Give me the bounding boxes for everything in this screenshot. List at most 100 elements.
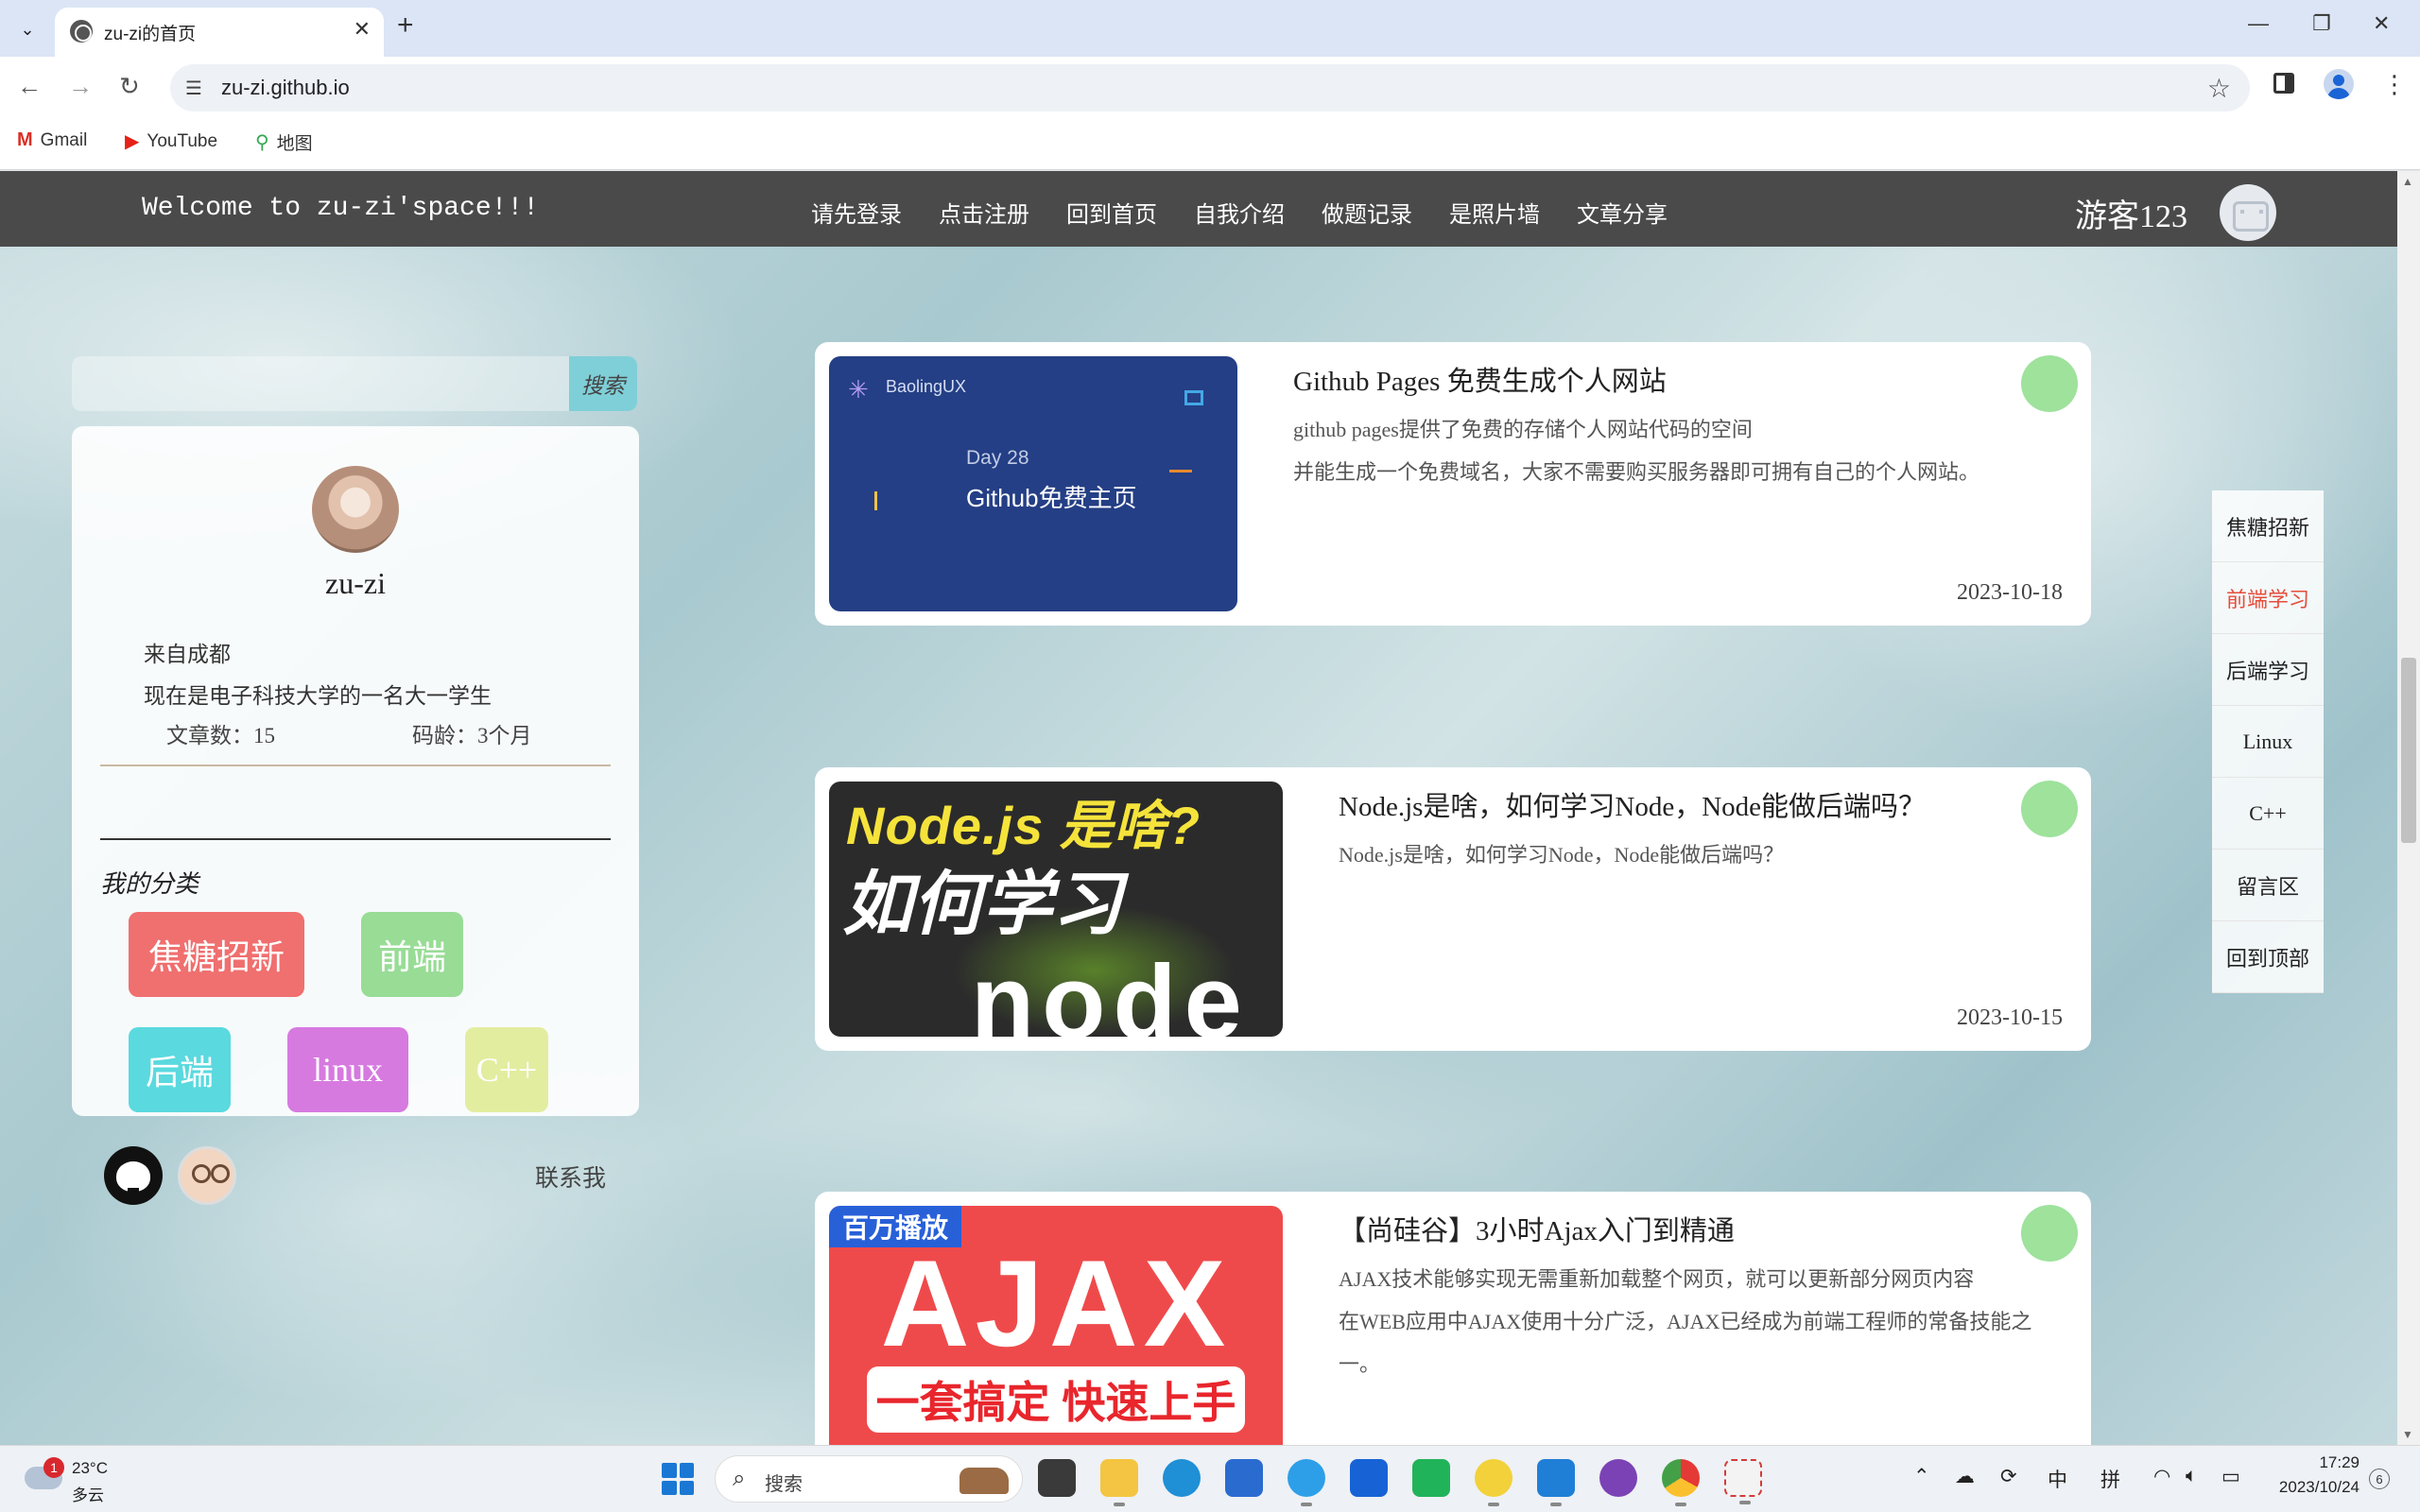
minimize-icon[interactable]: — bbox=[2248, 11, 2269, 36]
nav-home[interactable]: 回到首页 bbox=[1066, 196, 1157, 229]
thumb-big: AJAX bbox=[880, 1234, 1232, 1372]
task-view-icon[interactable] bbox=[1038, 1459, 1076, 1497]
article-card[interactable]: ✳ BaolingUX Day 28 Github免费主页 Github Pag… bbox=[815, 342, 2091, 626]
category-chip-linux[interactable]: linux bbox=[287, 1027, 408, 1112]
category-chip-jiaotang[interactable]: 焦糖招新 bbox=[129, 912, 304, 997]
forward-icon[interactable]: → bbox=[68, 72, 93, 101]
file-explorer-icon[interactable] bbox=[1100, 1459, 1138, 1506]
bookmark-star-icon[interactable]: ☆ bbox=[2207, 73, 2231, 104]
github-desktop-icon[interactable] bbox=[1599, 1459, 1637, 1497]
nav-problems[interactable]: 做题记录 bbox=[1322, 196, 1412, 229]
ime-mode[interactable]: 中 bbox=[2048, 1465, 2067, 1493]
browser-tab[interactable]: zu-zi的首页 ✕ bbox=[55, 8, 384, 57]
store-icon[interactable] bbox=[1225, 1459, 1263, 1497]
page-viewport: Welcome to zu-zi'space!!! 请先登录 点击注册 回到首页… bbox=[0, 171, 2397, 1445]
back-icon[interactable]: ← bbox=[17, 72, 42, 101]
coding-age: 码龄：3个月 bbox=[412, 724, 532, 747]
search-button[interactable]: 搜索 bbox=[569, 356, 637, 411]
contact-link[interactable]: 联系我 bbox=[535, 1160, 606, 1194]
github-icon[interactable] bbox=[104, 1146, 163, 1205]
float-menu-cpp[interactable]: C++ bbox=[2212, 778, 2324, 850]
category-chip-cpp[interactable]: C++ bbox=[465, 1027, 548, 1112]
monkey-avatar-icon[interactable] bbox=[178, 1146, 236, 1205]
tab-search-button[interactable]: ⌄ bbox=[11, 13, 43, 45]
lenovo-icon[interactable] bbox=[1350, 1459, 1388, 1497]
nav-articles[interactable]: 文章分享 bbox=[1577, 196, 1668, 229]
taskbar: 1 23°C 多云 ⌕ 搜索 ⌃ ☁ ⟳ 中 拼 ◠ 🔈︎ ▭ 17:29 20… bbox=[0, 1445, 2420, 1512]
window-close-icon[interactable]: ✕ bbox=[2373, 11, 2390, 36]
float-menu-backend[interactable]: 后端学习 bbox=[2212, 634, 2324, 706]
article-title[interactable]: 【尚硅谷】3小时Ajax入门到精通 bbox=[1339, 1209, 1735, 1248]
avatar bbox=[312, 466, 399, 553]
wechat-icon[interactable] bbox=[1412, 1459, 1450, 1497]
address-bar[interactable]: ☰ zu-zi.github.io ☆ bbox=[170, 64, 2250, 112]
tray-overflow-icon[interactable]: ⌃ bbox=[1913, 1465, 1930, 1488]
more-menu-icon[interactable]: ⋮ bbox=[2382, 70, 2407, 99]
battery-icon[interactable]: ▭ bbox=[2221, 1465, 2240, 1488]
clock-date: 2023/10/24 bbox=[2278, 1478, 2360, 1496]
search-icon: ⌕ bbox=[733, 1466, 746, 1491]
page-scrollbar[interactable]: ▲ ▼ bbox=[2397, 171, 2420, 1445]
scroll-down-icon[interactable]: ▼ bbox=[2402, 1428, 2413, 1441]
bookmark-youtube[interactable]: ▶ YouTube bbox=[125, 129, 217, 153]
notification-badge[interactable]: 6 bbox=[2369, 1469, 2390, 1489]
close-tab-icon[interactable]: ✕ bbox=[354, 17, 371, 42]
article-thumbnail[interactable]: Node.js 是啥? 如何学习 node bbox=[829, 782, 1283, 1037]
article-title[interactable]: Node.js是啥，如何学习Node，Node能做后端吗？ bbox=[1339, 784, 1926, 824]
chrome-icon[interactable] bbox=[1662, 1459, 1700, 1506]
nav-register[interactable]: 点击注册 bbox=[939, 196, 1029, 229]
article-card[interactable]: Node.js 是啥? 如何学习 node Node.js是啥，如何学习Node… bbox=[815, 767, 2091, 1051]
article-thumbnail[interactable]: 百万播放 AJAX 一套搞定 快速上手 bbox=[829, 1206, 1283, 1445]
nav-photos[interactable]: 是照片墙 bbox=[1449, 196, 1540, 229]
category-chip-frontend[interactable]: 前端 bbox=[361, 912, 463, 997]
url-text[interactable]: zu-zi.github.io bbox=[221, 76, 350, 100]
bookmark-gmail[interactable]: M Gmail bbox=[17, 129, 87, 151]
windows-start-icon[interactable] bbox=[662, 1463, 694, 1495]
qq-music-icon[interactable] bbox=[1475, 1459, 1512, 1506]
restore-icon[interactable]: ❐ bbox=[2312, 11, 2331, 36]
taskbar-search-placeholder: 搜索 bbox=[765, 1474, 803, 1495]
thumb-line3: node bbox=[971, 944, 1250, 1037]
nav-login[interactable]: 请先登录 bbox=[811, 196, 902, 229]
ie-icon[interactable] bbox=[1288, 1459, 1325, 1506]
float-menu-guestbook[interactable]: 留言区 bbox=[2212, 850, 2324, 921]
nav-about[interactable]: 自我介绍 bbox=[1194, 196, 1285, 229]
guest-username[interactable]: 游客123 bbox=[2075, 190, 2187, 236]
new-tab-button[interactable]: + bbox=[397, 9, 414, 42]
onedrive-icon[interactable]: ☁ bbox=[1955, 1465, 1975, 1488]
article-date: 2023-10-18 bbox=[1957, 580, 2063, 605]
edge-icon[interactable] bbox=[1163, 1459, 1201, 1497]
article-title[interactable]: Github Pages 免费生成个人网站 bbox=[1293, 359, 1667, 399]
status-dot bbox=[2021, 781, 2078, 837]
category-chip-backend[interactable]: 后端 bbox=[129, 1027, 231, 1112]
system-clock[interactable]: 17:29 2023/10/24 bbox=[2254, 1453, 2360, 1497]
taskbar-search[interactable]: ⌕ 搜索 bbox=[715, 1455, 1023, 1503]
vscode-icon[interactable] bbox=[1537, 1459, 1575, 1506]
bar-decor bbox=[874, 491, 877, 510]
volume-icon[interactable]: 🔈︎ bbox=[2186, 1465, 2198, 1487]
browser-tab-strip: ⌄ zu-zi的首页 ✕ + — ❐ ✕ bbox=[0, 0, 2420, 57]
float-menu-frontend[interactable]: 前端学习 bbox=[2212, 562, 2324, 634]
float-menu-back-to-top[interactable]: 回到顶部 bbox=[2212, 921, 2324, 993]
scroll-up-icon[interactable]: ▲ bbox=[2402, 175, 2413, 188]
sync-icon[interactable]: ⟳ bbox=[2000, 1465, 2017, 1488]
article-desc: github pages提供了免费的存储个人网站代码的空间 并能生成一个免费域名… bbox=[1293, 408, 1979, 493]
bookmark-maps[interactable]: ⚲ 地图 bbox=[255, 129, 313, 155]
float-menu-linux[interactable]: Linux bbox=[2212, 706, 2324, 778]
snipping-tool-icon[interactable] bbox=[1724, 1459, 1762, 1504]
bookmarks-bar: M Gmail ▶ YouTube ⚲ 地图 bbox=[0, 118, 2420, 170]
article-card[interactable]: 百万播放 AJAX 一套搞定 快速上手 【尚硅谷】3小时Ajax入门到精通 AJ… bbox=[815, 1192, 2091, 1445]
side-panel-icon[interactable] bbox=[2273, 73, 2294, 94]
wifi-icon[interactable]: ◠ bbox=[2153, 1465, 2170, 1488]
status-dot bbox=[2021, 355, 2078, 412]
ime-layout[interactable]: 拼 bbox=[2100, 1465, 2120, 1493]
profile-avatar-icon[interactable] bbox=[2324, 69, 2354, 99]
guest-avatar[interactable] bbox=[2220, 184, 2276, 241]
desc-line: 并能生成一个免费域名，大家不需要购买服务器即可拥有自己的个人网站。 bbox=[1293, 460, 1980, 484]
search-input[interactable] bbox=[72, 356, 569, 411]
site-info-icon[interactable]: ☰ bbox=[185, 77, 202, 100]
scrollbar-thumb[interactable] bbox=[2401, 658, 2416, 843]
reload-icon[interactable]: ↻ bbox=[119, 72, 140, 101]
float-menu-jiaotang[interactable]: 焦糖招新 bbox=[2212, 490, 2324, 562]
article-thumbnail[interactable]: ✳ BaolingUX Day 28 Github免费主页 bbox=[829, 356, 1237, 611]
